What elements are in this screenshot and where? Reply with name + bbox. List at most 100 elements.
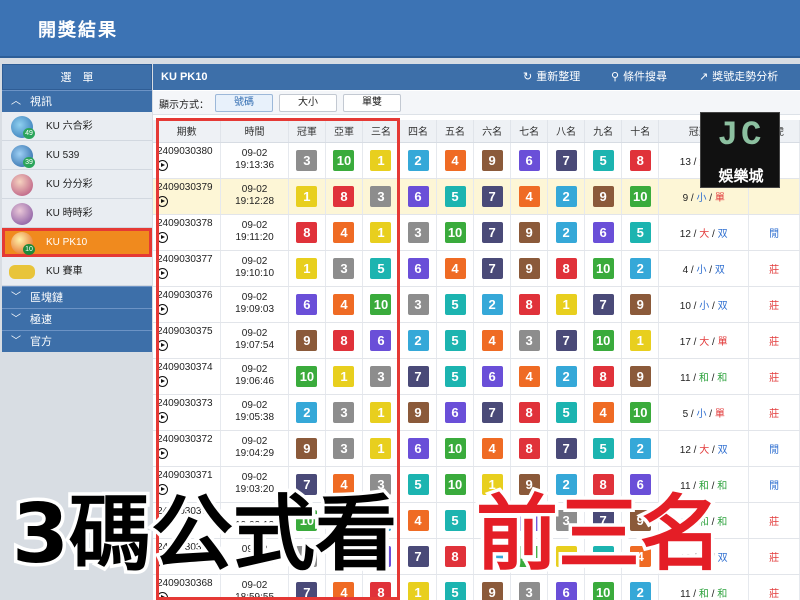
sidebar-section-speed[interactable]: ﹀ 極速: [2, 308, 152, 330]
position-cell: 7: [547, 322, 586, 359]
number-ball: 7: [407, 545, 429, 567]
play-video-icon[interactable]: [157, 232, 168, 243]
draw-date: 09-02: [241, 256, 268, 267]
number-ball: 5: [444, 293, 466, 315]
position-cell: 5: [584, 430, 623, 467]
number-ball: 5: [555, 401, 577, 423]
mode-size-button[interactable]: 大小: [279, 94, 337, 112]
number-ball: 10: [444, 437, 466, 459]
sidebar-item-ku-pk10[interactable]: 10 KU PK10: [2, 228, 152, 257]
play-video-icon[interactable]: [157, 448, 168, 459]
issue-number: 2409030376: [157, 290, 213, 301]
number-ball: 10: [333, 149, 355, 171]
sidebar-item-ku-racing[interactable]: KU 賽車: [2, 257, 152, 286]
position-cell: 8: [288, 214, 326, 251]
position-cell: 1: [362, 430, 401, 467]
dragon-tiger-cell: 閒: [748, 466, 800, 503]
size-value: 大: [699, 552, 710, 564]
position-cell: 6: [584, 214, 623, 251]
sidebar-item-label: KU 分分彩: [46, 179, 93, 190]
chevron-down-icon: ﹀: [11, 314, 21, 325]
position-cell: 6: [510, 142, 549, 179]
play-video-icon[interactable]: [157, 304, 168, 315]
play-video-icon[interactable]: [157, 520, 168, 531]
mode-parity-button[interactable]: 單雙: [343, 94, 401, 112]
dragon-tiger-value: 莊: [769, 588, 780, 600]
number-ball: 4: [592, 401, 614, 423]
number-ball: 3: [333, 257, 355, 279]
position-cell: 8: [510, 286, 549, 323]
play-video-icon[interactable]: [157, 592, 168, 600]
number-ball: 9: [629, 509, 651, 531]
issue-cell: 2409030378: [153, 214, 222, 251]
number-ball: 10: [444, 473, 466, 495]
sidebar-section-blockchain[interactable]: ﹀ 區塊鏈: [2, 286, 152, 308]
position-cell: 10: [288, 358, 326, 395]
draw-time: 19:05:38: [235, 412, 275, 423]
position-cell: 2: [362, 502, 401, 539]
position-cell: 7: [399, 358, 438, 395]
position-cell: 8: [362, 574, 401, 600]
play-video-icon[interactable]: [157, 160, 168, 171]
play-video-icon[interactable]: [157, 268, 168, 279]
play-video-icon[interactable]: [157, 556, 168, 567]
search-button[interactable]: ⚲ 條件搜尋: [611, 64, 667, 90]
play-video-icon[interactable]: [157, 376, 168, 387]
time-cell: 09-02 19:09:03: [220, 286, 289, 323]
position-cell: 7: [473, 250, 512, 287]
number-ball: 6: [370, 329, 392, 351]
number-ball: 7: [481, 401, 503, 423]
sidebar-item-ku-fenfen[interactable]: KU 分分彩: [2, 170, 152, 199]
sidebar-item-label: KU 賽車: [46, 266, 83, 277]
position-cell: 9: [399, 394, 438, 431]
play-video-icon[interactable]: [157, 484, 168, 495]
position-cell: 9: [510, 466, 549, 503]
panel-header: KU PK10 ↻ 重新整理 ⚲ 條件搜尋 ↗ 獎號走勢分析: [153, 64, 800, 90]
position-cell: 8: [473, 502, 512, 539]
number-ball: 4: [333, 293, 355, 315]
sidebar-section-official[interactable]: ﹀ 官方: [2, 330, 152, 352]
size-value: 大: [699, 228, 710, 240]
number-ball: 9: [481, 149, 503, 171]
time-cell: 09-02 19:03:20: [220, 466, 289, 503]
number-ball: 3: [370, 365, 392, 387]
position-cell: 9: [473, 574, 512, 600]
number-ball: 3: [370, 473, 392, 495]
size-value: 和: [698, 480, 709, 492]
refresh-icon: ↻: [523, 71, 533, 83]
sidebar-item-label: KU 539: [46, 150, 80, 161]
column-header: 七名: [510, 120, 549, 143]
time-cell: 09-02 19:13:36: [220, 142, 289, 179]
dragon-tiger-value: 莊: [769, 408, 780, 420]
sidebar-item-ku-539[interactable]: 39 KU 539: [2, 141, 152, 170]
number-ball: 2: [629, 257, 651, 279]
issue-number: 2409030375: [157, 326, 213, 337]
position-cell: 10: [510, 538, 549, 575]
sidebar-item-ku-shishi[interactable]: KU 時時彩: [2, 199, 152, 228]
size-value: 大: [699, 336, 710, 348]
column-header: 六名: [473, 120, 512, 143]
mode-number-button[interactable]: 號碼: [215, 94, 273, 112]
position-cell: 2: [473, 286, 512, 323]
sidebar-item-ku-mark-six[interactable]: 49 KU 六合彩: [2, 112, 152, 141]
sum-value: 12: [679, 552, 691, 564]
sidebar-section-video[interactable]: ︿ 視訊: [2, 90, 152, 112]
number-ball: 10: [296, 365, 318, 387]
column-header: 時間: [220, 120, 289, 143]
play-video-icon[interactable]: [157, 412, 168, 423]
play-video-icon[interactable]: [157, 340, 168, 351]
number-ball: 2: [555, 473, 577, 495]
number-ball: 7: [555, 437, 577, 459]
trend-analysis-button[interactable]: ↗ 獎號走勢分析: [699, 64, 778, 90]
refresh-button[interactable]: ↻ 重新整理: [523, 64, 580, 90]
play-video-icon[interactable]: [157, 196, 168, 207]
number-ball: 9: [592, 185, 614, 207]
size-value: 小: [696, 264, 707, 276]
number-ball: 1: [555, 545, 577, 567]
number-ball: 5: [592, 437, 614, 459]
number-ball: 5: [444, 365, 466, 387]
number-ball: 8: [333, 329, 355, 351]
number-ball: 4: [407, 509, 429, 531]
number-ball: 8: [518, 401, 540, 423]
table-row: 2409030378 09-02 19:11:20 8 4 1 3 10 7 9 2 6 5 12 / 大…: [153, 214, 800, 251]
